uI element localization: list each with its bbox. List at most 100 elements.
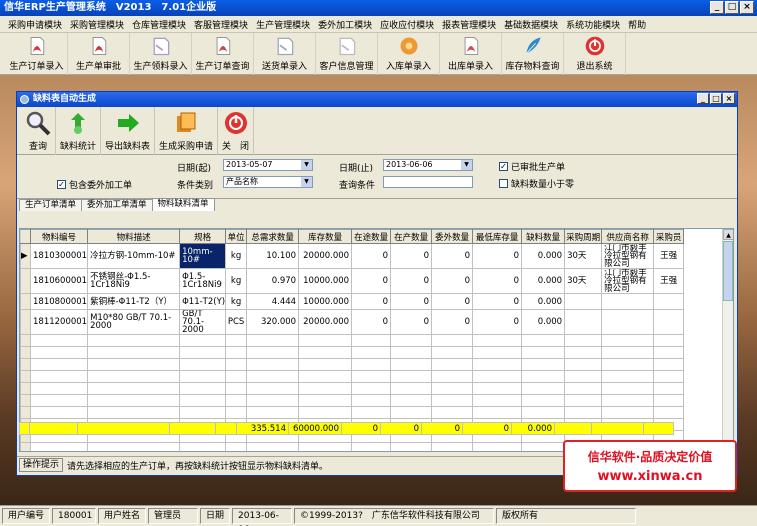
- table-cell[interactable]: 0: [351, 293, 392, 310]
- menu-item[interactable]: 仓库管理模块: [128, 18, 190, 31]
- table-cell[interactable]: 0: [390, 309, 433, 335]
- menu-item[interactable]: 采购管理模块: [66, 18, 128, 31]
- column-header[interactable]: 规格: [179, 229, 227, 244]
- table-cell[interactable]: kg: [225, 268, 248, 294]
- table-cell[interactable]: M10*80 GB/T 70.1-2000: [87, 309, 181, 335]
- table-cell[interactable]: 0: [390, 243, 433, 269]
- maximize-button[interactable]: □: [725, 1, 739, 14]
- column-header[interactable]: 总需求数量: [246, 229, 300, 244]
- table-cell[interactable]: [653, 309, 685, 335]
- table-cell[interactable]: PCS: [225, 309, 248, 335]
- window-toolbar-button-2[interactable]: 导出缺料表: [101, 107, 156, 155]
- table-cell[interactable]: [601, 309, 655, 335]
- column-header[interactable]: 在产数量: [390, 229, 433, 244]
- column-header[interactable]: 采购员: [653, 229, 685, 244]
- table-cell[interactable]: [564, 309, 603, 335]
- table-cell[interactable]: 0: [351, 268, 392, 294]
- query-input[interactable]: [383, 176, 473, 188]
- table-cell[interactable]: 0.000: [521, 268, 566, 294]
- column-header[interactable]: 供应商名称: [601, 229, 655, 244]
- table-cell[interactable]: Φ1.5-1Cr18Ni9: [179, 268, 227, 294]
- toolbar-button-4[interactable]: 送货单录入: [254, 33, 316, 75]
- toolbar-button-7[interactable]: 出库单录入: [440, 33, 502, 75]
- window-close-button[interactable]: ×: [723, 93, 735, 104]
- toolbar-button-9[interactable]: 退出系统: [564, 33, 626, 75]
- table-cell[interactable]: [601, 293, 655, 310]
- toolbar-button-0[interactable]: 生产订单录入: [6, 33, 68, 75]
- menu-item[interactable]: 客服管理模块: [190, 18, 252, 31]
- close-button[interactable]: ×: [740, 1, 754, 14]
- table-cell[interactable]: 1810600001: [29, 268, 89, 294]
- date-to-picker[interactable]: 2013-06-06 ▼: [383, 159, 473, 171]
- table-cell[interactable]: [564, 293, 603, 310]
- column-header[interactable]: 库存数量: [298, 229, 353, 244]
- table-cell[interactable]: [653, 293, 685, 310]
- table-cell[interactable]: 0: [390, 268, 433, 294]
- table-cell[interactable]: GB/T 70.1-2000: [179, 309, 227, 335]
- table-cell[interactable]: 20000.000: [298, 243, 353, 269]
- toolbar-button-1[interactable]: 生产单审批: [68, 33, 130, 75]
- table-cell[interactable]: 0: [431, 243, 474, 269]
- tab-production-orders[interactable]: 生产订单清单: [19, 199, 83, 211]
- table-cell[interactable]: 1810800001: [29, 293, 89, 310]
- table-cell[interactable]: 0.000: [521, 293, 566, 310]
- window-toolbar-button-1[interactable]: 缺料统计: [56, 107, 102, 155]
- table-cell[interactable]: 王强: [653, 268, 685, 294]
- table-cell[interactable]: 0.000: [521, 309, 566, 335]
- window-maximize-button[interactable]: □: [710, 93, 722, 104]
- include-outsource-checkbox[interactable]: ✓ 包含委外加工单: [57, 178, 132, 191]
- table-cell[interactable]: 0.970: [246, 268, 300, 294]
- menu-item[interactable]: 委外加工模块: [314, 18, 376, 31]
- table-cell[interactable]: 1811200001: [29, 309, 89, 335]
- toolbar-button-6[interactable]: 入库单录入: [378, 33, 440, 75]
- toolbar-button-8[interactable]: 库存物料查询: [502, 33, 564, 75]
- table-cell[interactable]: 0: [472, 293, 523, 310]
- table-cell[interactable]: 10000.000: [298, 268, 353, 294]
- menu-item[interactable]: 生产管理模块: [252, 18, 314, 31]
- menu-item[interactable]: 报表管理模块: [438, 18, 500, 31]
- vertical-scrollbar[interactable]: ▲ ▼: [722, 229, 733, 451]
- table-row[interactable]: 1810800001 紫铜棒-Φ11-T2（Y） Φ11-T2(Y) kg 4.444 1…: [20, 293, 685, 310]
- window-toolbar-button-3[interactable]: 生成采购申请: [155, 107, 219, 155]
- table-cell[interactable]: 10mm-10#: [179, 243, 227, 269]
- window-toolbar-button-0[interactable]: 查询: [21, 107, 56, 155]
- column-header[interactable]: 委外数量: [431, 229, 474, 244]
- tab-material-shortage[interactable]: 物料缺料清单: [151, 198, 215, 211]
- category-select[interactable]: 产品名称 ▼: [223, 176, 313, 188]
- table-cell[interactable]: 0: [472, 243, 523, 269]
- column-header[interactable]: 物料描述: [87, 229, 181, 244]
- menu-item[interactable]: 帮助: [624, 18, 650, 31]
- column-header[interactable]: 缺料数量: [521, 229, 566, 244]
- table-cell[interactable]: 王强: [653, 243, 685, 269]
- window-minimize-button[interactable]: _: [697, 93, 709, 104]
- toolbar-button-5[interactable]: 客户信息管理: [316, 33, 378, 75]
- toolbar-button-2[interactable]: 生产领料录入: [130, 33, 192, 75]
- table-row[interactable]: 1811200001 M10*80 GB/T 70.1-2000 GB/T 70.1…: [20, 309, 685, 335]
- table-cell[interactable]: 江门市毅丰冷拉型钢有限公司: [601, 243, 655, 269]
- table-row[interactable]: ▶ 1810300001 冷拉方钢-10mm-10# 10mm-10# kg 10.100…: [20, 243, 685, 269]
- column-header[interactable]: 在途数量: [351, 229, 392, 244]
- minimize-button[interactable]: _: [710, 1, 724, 14]
- column-header[interactable]: 物料编号: [29, 229, 89, 244]
- table-cell[interactable]: 30天: [564, 268, 603, 294]
- table-cell[interactable]: kg: [225, 243, 248, 269]
- table-row[interactable]: 1810600001 不锈钢丝-Φ1.5-1Cr18Ni9 Φ1.5-1Cr18Ni…: [20, 268, 685, 294]
- table-cell[interactable]: 320.000: [246, 309, 300, 335]
- table-cell[interactable]: 不锈钢丝-Φ1.5-1Cr18Ni9: [87, 268, 181, 294]
- table-cell[interactable]: 0.000: [521, 243, 566, 269]
- menu-item[interactable]: 采购申请模块: [4, 18, 66, 31]
- table-cell[interactable]: 0: [431, 268, 474, 294]
- table-cell[interactable]: Φ11-T2(Y): [179, 293, 227, 310]
- table-cell[interactable]: 紫铜棒-Φ11-T2（Y）: [87, 293, 181, 310]
- column-header[interactable]: 采购周期: [564, 229, 603, 244]
- table-cell[interactable]: 10.100: [246, 243, 300, 269]
- table-cell[interactable]: 0: [390, 293, 433, 310]
- table-cell[interactable]: 1810300001: [29, 243, 89, 269]
- table-cell[interactable]: 江门市毅丰冷拉型钢有限公司: [601, 268, 655, 294]
- date-from-picker[interactable]: 2013-05-07 ▼: [223, 159, 313, 171]
- column-header[interactable]: 最低库存量: [472, 229, 523, 244]
- table-cell[interactable]: 0: [431, 309, 474, 335]
- table-cell[interactable]: 0: [472, 268, 523, 294]
- table-cell[interactable]: 冷拉方钢-10mm-10#: [87, 243, 181, 269]
- table-cell[interactable]: 4.444: [246, 293, 300, 310]
